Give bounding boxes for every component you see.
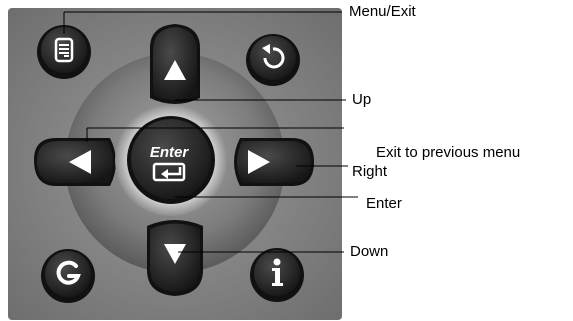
g-button[interactable] [41, 249, 95, 303]
label-exit-previous-menu: Exit to previous menu [376, 144, 521, 161]
left-button[interactable] [34, 138, 116, 186]
enter-button[interactable]: Enter [115, 104, 227, 216]
back-button[interactable] [246, 34, 300, 86]
label-right: Right [352, 163, 388, 180]
info-button[interactable] [250, 248, 304, 302]
label-menu-exit: Menu/Exit [349, 3, 416, 20]
right-button[interactable] [234, 138, 314, 186]
up-button[interactable] [150, 24, 200, 104]
label-up: Up [352, 91, 372, 108]
down-button[interactable] [147, 220, 203, 296]
label-enter: Enter [366, 195, 402, 212]
label-down: Down [350, 243, 389, 260]
enter-button-label: Enter [150, 144, 190, 161]
